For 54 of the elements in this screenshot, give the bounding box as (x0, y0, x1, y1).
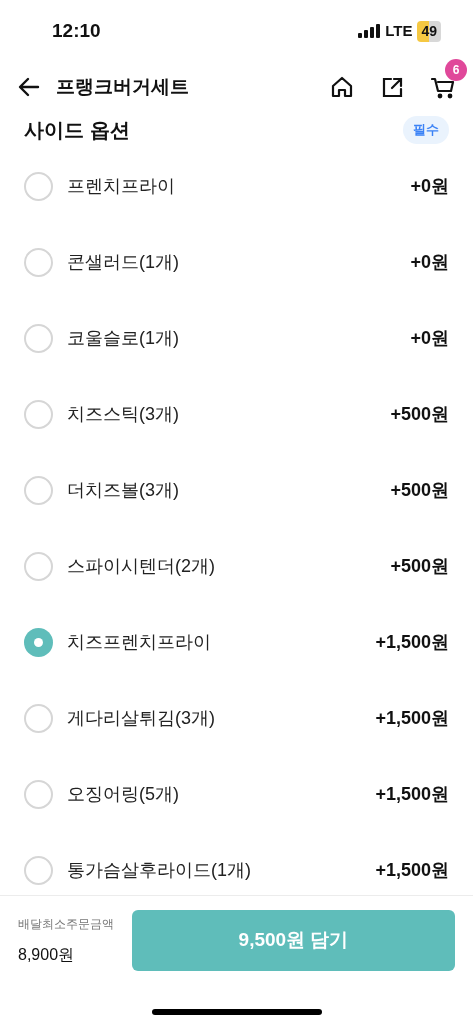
option-label: 게다리살튀김(3개) (67, 706, 215, 730)
option-label: 스파이시텐더(2개) (67, 554, 215, 578)
required-badge: 필수 (403, 116, 449, 144)
option-row[interactable]: 치즈스틱(3개) +500원 (0, 376, 473, 452)
option-price: +1,500원 (375, 858, 449, 882)
option-label: 콘샐러드(1개) (67, 250, 179, 274)
option-price: +1,500원 (375, 782, 449, 806)
option-row[interactable]: 코울슬로(1개) +0원 (0, 300, 473, 376)
radio-button[interactable] (24, 551, 53, 581)
signal-icon (358, 24, 381, 38)
option-label: 통가슴살후라이드(1개) (67, 858, 251, 882)
option-row[interactable]: 더치즈볼(3개) +500원 (0, 452, 473, 528)
option-row[interactable]: 통가슴살후라이드(1개) +1,500원 (0, 832, 473, 891)
option-row[interactable]: 콘샐러드(1개) +0원 (0, 224, 473, 300)
option-label: 더치즈볼(3개) (67, 478, 179, 502)
radio-button[interactable] (24, 475, 53, 505)
share-icon[interactable] (381, 76, 403, 98)
back-arrow-icon[interactable] (18, 77, 40, 97)
minimum-order-value: 8,900원 (18, 944, 76, 965)
status-time: 12:10 (52, 18, 101, 43)
option-row[interactable]: 오징어링(5개) +1,500원 (0, 756, 473, 832)
option-label: 프렌치프라이 (67, 174, 175, 198)
option-price: +0원 (410, 174, 449, 198)
cart-count-badge: 6 (445, 59, 467, 81)
radio-button[interactable] (24, 323, 53, 353)
page-title: 프랭크버거세트 (56, 74, 189, 99)
radio-button[interactable] (24, 855, 53, 885)
option-price: +500원 (390, 478, 449, 502)
option-row[interactable]: 프렌치프라이 +0원 (0, 148, 473, 224)
option-price: +0원 (410, 250, 449, 274)
home-icon[interactable] (331, 76, 353, 98)
option-label: 오징어링(5개) (67, 782, 179, 806)
option-row[interactable]: 게다리살튀김(3개) +1,500원 (0, 680, 473, 756)
option-price: +500원 (390, 554, 449, 578)
option-price: +1,500원 (375, 706, 449, 730)
option-price: +0원 (410, 326, 449, 350)
radio-button[interactable] (24, 779, 53, 809)
battery-level: 49 (417, 20, 441, 42)
radio-button[interactable] (24, 627, 53, 657)
option-price: +500원 (390, 402, 449, 426)
option-label: 치즈스틱(3개) (67, 402, 179, 426)
network-label: LTE (385, 20, 413, 41)
radio-button[interactable] (24, 171, 53, 201)
radio-button[interactable] (24, 399, 53, 429)
option-row[interactable]: 치즈프렌치프라이 +1,500원 (0, 604, 473, 680)
option-label: 치즈프렌치프라이 (67, 630, 211, 654)
option-row[interactable]: 스파이시텐더(2개) +500원 (0, 528, 473, 604)
section-title: 사이드 옵션 (24, 118, 130, 143)
option-price: +1,500원 (375, 630, 449, 654)
radio-button[interactable] (24, 247, 53, 277)
radio-button[interactable] (24, 703, 53, 733)
option-label: 코울슬로(1개) (67, 326, 179, 350)
minimum-order-label: 배달최소주문금액 (18, 915, 115, 933)
cart-icon[interactable] (431, 75, 455, 99)
